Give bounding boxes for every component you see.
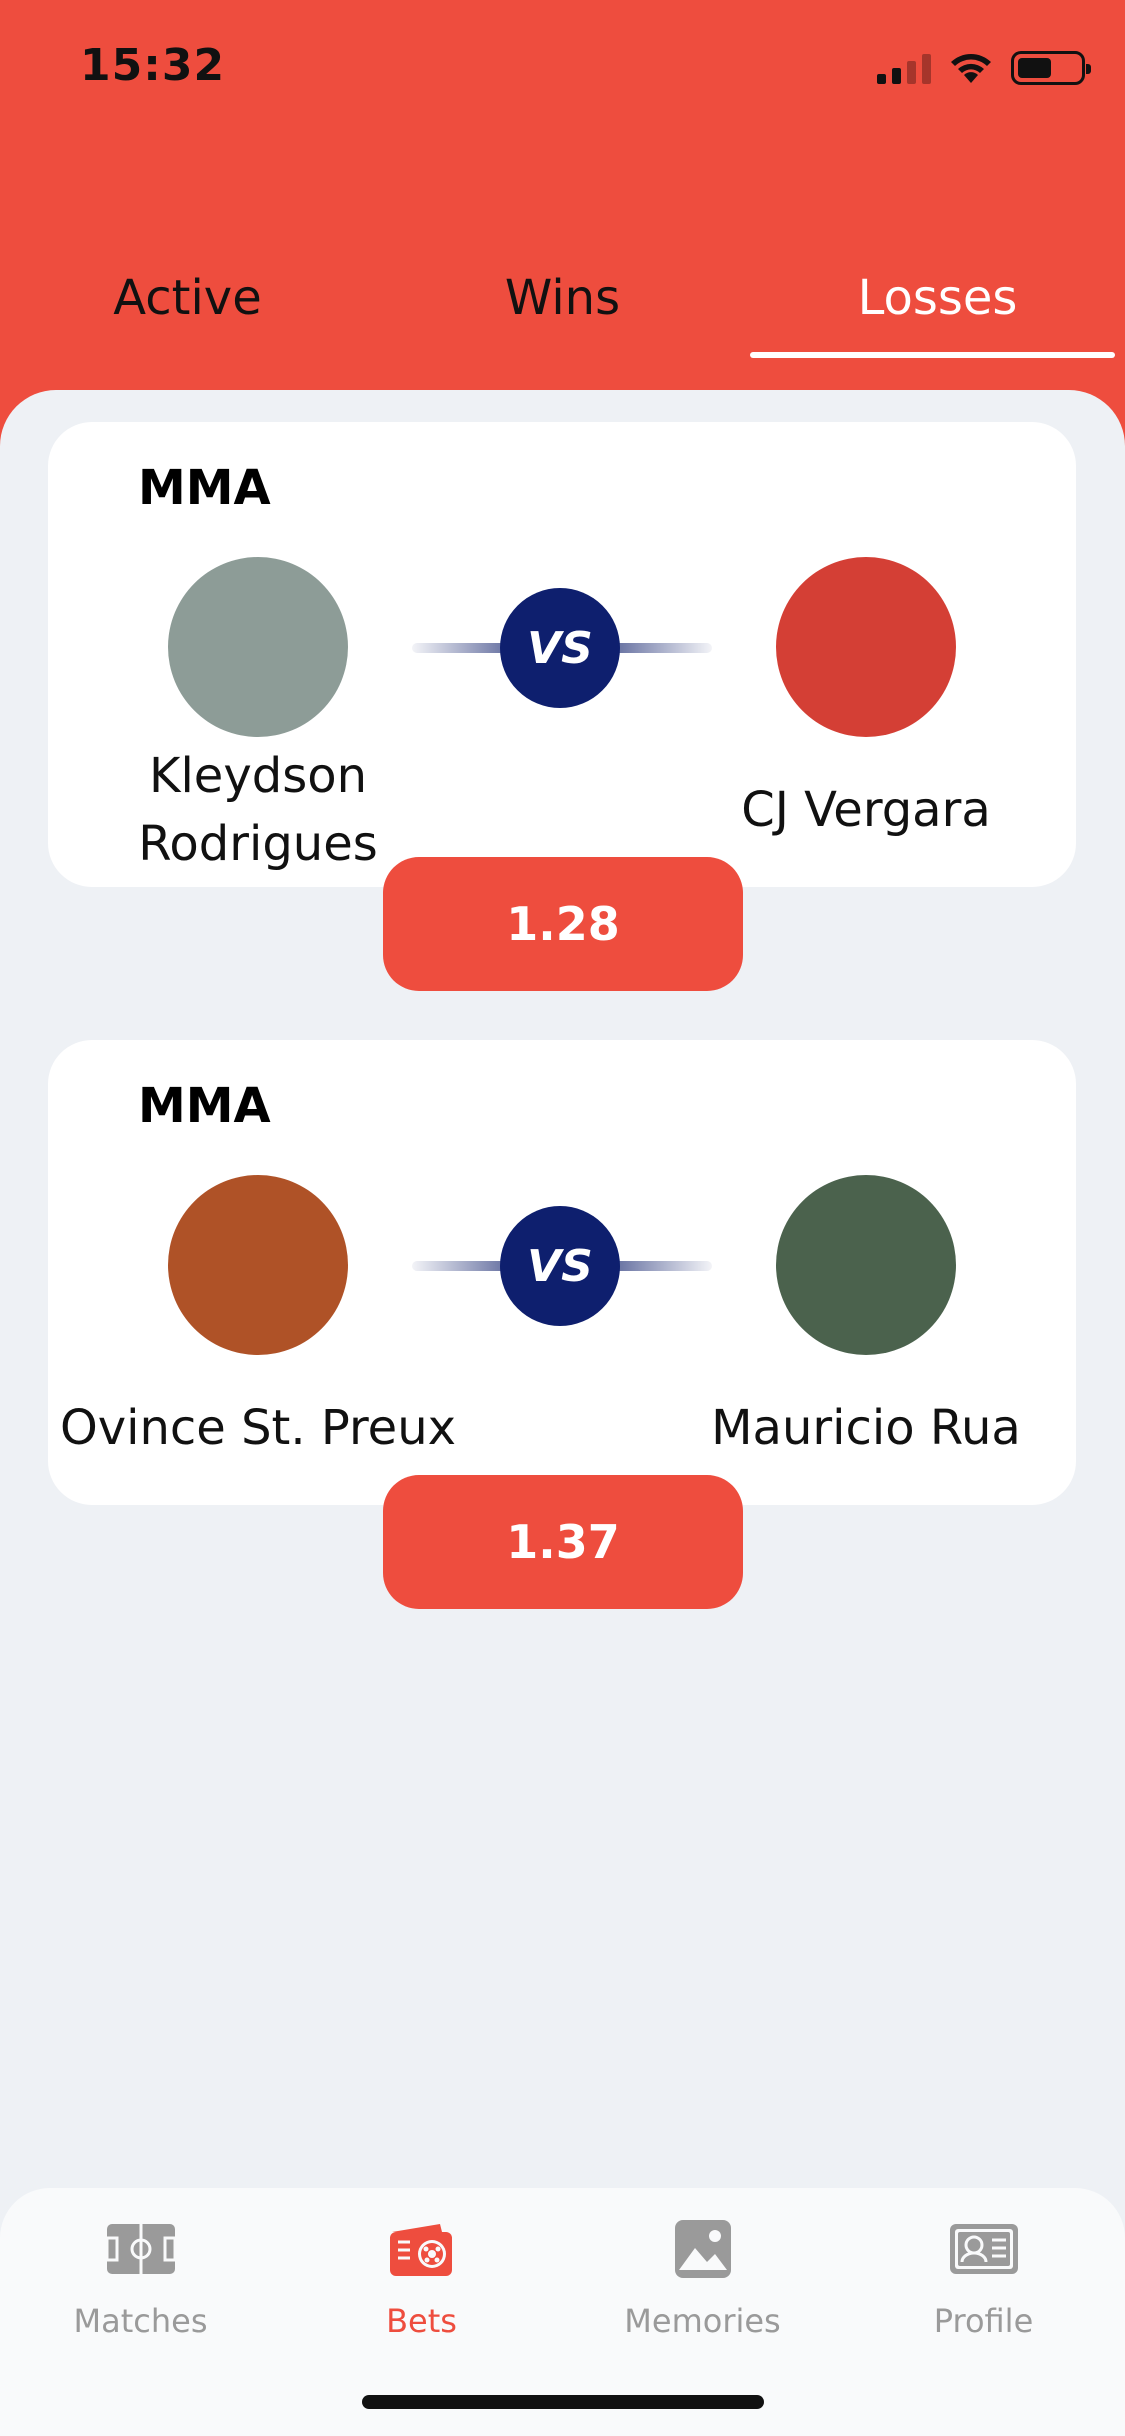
nav-matches[interactable]: Matches [0, 2218, 281, 2340]
fighter-right-avatar [776, 1175, 956, 1355]
status-icons [877, 48, 1091, 88]
bet-status-tabs: Active Wins Losses [0, 270, 1125, 360]
fighter-left-name: Kleydson Rodrigues [138, 748, 378, 872]
signal-icon [877, 52, 931, 84]
nav-label: Matches [73, 2302, 208, 2340]
bet-card[interactable]: MMA VS Kleydson Rodrigues CJ Vergara [48, 422, 1076, 887]
field-icon [105, 2224, 176, 2274]
sport-label: MMA [138, 460, 271, 516]
tab-losses[interactable]: Losses [750, 270, 1125, 326]
ticket-ball-icon [389, 2224, 452, 2276]
nav-memories[interactable]: Memories [562, 2218, 843, 2340]
status-bar: 15:32 [0, 0, 1125, 140]
odds-button[interactable]: 1.28 [383, 857, 743, 991]
fighter-right-name: CJ Vergara [741, 782, 991, 838]
tab-active[interactable]: Active [0, 270, 375, 326]
fighter-left-name: Ovince St. Preux [59, 1400, 457, 1456]
nav-label: Memories [624, 2302, 781, 2340]
bet-card[interactable]: MMA VS Ovince St. Preux Mauricio Rua [48, 1040, 1076, 1505]
image-icon [674, 2220, 731, 2278]
tab-wins[interactable]: Wins [375, 270, 750, 326]
nav-profile[interactable]: Profile [843, 2218, 1124, 2340]
nav-bets[interactable]: Bets [281, 2218, 562, 2340]
id-card-icon [949, 2224, 1018, 2274]
active-tab-indicator [750, 352, 1115, 358]
fighter-left-avatar [168, 557, 348, 737]
home-indicator [362, 2395, 764, 2409]
fighter-right-avatar [776, 557, 956, 737]
bets-list: MMA VS Kleydson Rodrigues CJ Vergara 1.2… [0, 390, 1125, 2436]
vs-badge: VS [500, 588, 620, 708]
battery-level [1018, 58, 1051, 78]
status-time: 15:32 [80, 40, 226, 91]
nav-label: Bets [386, 2302, 457, 2340]
fighter-left-avatar [168, 1175, 348, 1355]
wifi-icon [951, 54, 991, 83]
sport-label: MMA [138, 1078, 271, 1134]
fighter-right-name: Mauricio Rua [711, 1400, 1021, 1456]
nav-label: Profile [933, 2302, 1034, 2340]
battery-icon [1011, 51, 1091, 85]
odds-button[interactable]: 1.37 [383, 1475, 743, 1609]
vs-badge: VS [500, 1206, 620, 1326]
